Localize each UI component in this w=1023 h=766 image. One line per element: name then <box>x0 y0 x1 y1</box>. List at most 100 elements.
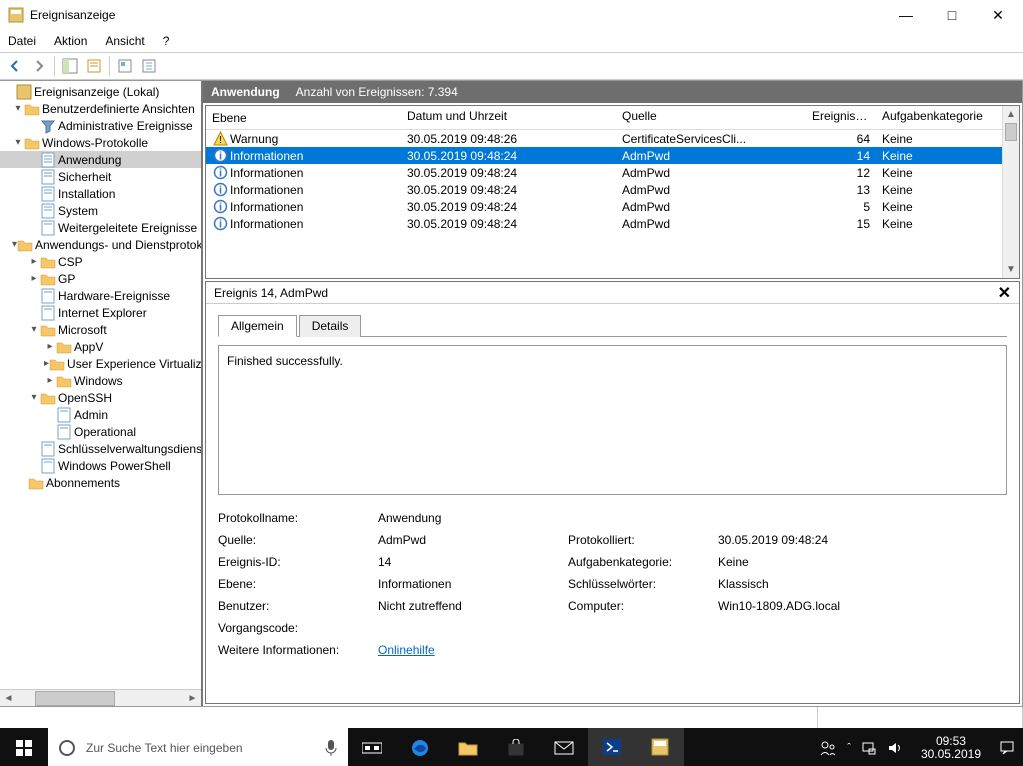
tree-application[interactable]: Anwendung <box>0 151 201 168</box>
refresh-button[interactable] <box>138 55 160 77</box>
tree-microsoft[interactable]: ▾Microsoft <box>0 321 201 338</box>
tree-csp[interactable]: ▸CSP <box>0 253 201 270</box>
tree-gp[interactable]: ▸GP <box>0 270 201 287</box>
tree-label: Administrative Ereignisse <box>58 119 193 133</box>
event-level: Informationen <box>230 183 303 197</box>
value-logged: 30.05.2019 09:48:24 <box>718 533 1007 547</box>
log-icon <box>40 186 56 202</box>
log-icon <box>40 152 56 168</box>
minimize-button[interactable]: — <box>883 0 929 30</box>
tab-details[interactable]: Details <box>299 315 362 337</box>
tree-ie[interactable]: Internet Explorer <box>0 304 201 321</box>
col-header-id[interactable]: Ereignis-ID <box>806 106 876 129</box>
folder-icon <box>56 339 72 355</box>
mail-icon[interactable] <box>540 728 588 766</box>
tree-windows-protocols[interactable]: ▾Windows-Protokolle <box>0 134 201 151</box>
mic-icon[interactable] <box>324 739 338 757</box>
taskbar-clock[interactable]: 09:53 30.05.2019 <box>913 735 989 761</box>
tree-hardware[interactable]: Hardware-Ereignisse <box>0 287 201 304</box>
tree[interactable]: Ereignisanzeige (Lokal) ▾Benutzerdefinie… <box>0 81 201 689</box>
main-header: Anwendung Anzahl von Ereignissen: 7.394 <box>203 81 1022 103</box>
menu-help[interactable]: ? <box>163 34 170 48</box>
menu-view[interactable]: Ansicht <box>105 34 144 48</box>
col-header-date[interactable]: Datum und Uhrzeit <box>401 106 616 129</box>
explorer-icon[interactable] <box>444 728 492 766</box>
statusbar <box>0 706 1023 728</box>
tree-label: Microsoft <box>58 323 107 337</box>
value-computer: Win10-1809.ADG.local <box>718 599 1007 613</box>
tree-openssh[interactable]: ▾OpenSSH <box>0 389 201 406</box>
event-list-body[interactable]: !Warnung30.05.2019 09:48:26CertificateSe… <box>206 130 1002 278</box>
edge-icon[interactable] <box>396 728 444 766</box>
menu-action[interactable]: Aktion <box>54 34 87 48</box>
event-list-v-scrollbar[interactable]: ▲▼ <box>1002 106 1019 278</box>
label-more: Weitere Informationen: <box>218 643 378 657</box>
label-logname: Protokollname: <box>218 511 378 525</box>
action-center-icon[interactable] <box>999 740 1015 756</box>
back-button[interactable] <box>4 55 26 77</box>
tree-installation[interactable]: Installation <box>0 185 201 202</box>
tree-windows[interactable]: ▸Windows <box>0 372 201 389</box>
log-icon <box>40 441 56 457</box>
main-header-count: Anzahl von Ereignissen: 7.394 <box>296 85 458 99</box>
start-button[interactable] <box>0 728 48 766</box>
tab-general[interactable]: Allgemein <box>218 315 297 337</box>
event-row[interactable]: iInformationen30.05.2019 09:48:24AdmPwd1… <box>206 215 1002 232</box>
tree-label: Windows PowerShell <box>58 459 171 473</box>
sidebar-h-scrollbar[interactable]: ◄► <box>0 689 201 706</box>
find-button[interactable] <box>114 55 136 77</box>
value-source: AdmPwd <box>378 533 568 547</box>
store-icon[interactable] <box>492 728 540 766</box>
folder-icon <box>24 101 40 117</box>
tree-forwarded[interactable]: Weitergeleitete Ereignisse <box>0 219 201 236</box>
detail-close-button[interactable]: ✕ <box>998 283 1011 303</box>
tree-label: Anwendungs- und Dienstprotokolle <box>35 238 201 252</box>
col-header-cat[interactable]: Aufgabenkategorie <box>876 106 1002 129</box>
forward-button[interactable] <box>28 55 50 77</box>
search-box[interactable]: Zur Suche Text hier eingeben <box>48 728 348 766</box>
event-level: Informationen <box>230 149 303 163</box>
tree-operational[interactable]: Operational <box>0 423 201 440</box>
tree-admin[interactable]: Admin <box>0 406 201 423</box>
toolbar <box>0 52 1023 80</box>
tree-system[interactable]: System <box>0 202 201 219</box>
people-icon[interactable] <box>819 739 837 757</box>
col-header-level[interactable]: Ebene <box>206 106 401 129</box>
tree-label: GP <box>58 272 75 286</box>
network-icon[interactable] <box>861 740 877 756</box>
tree-label: Abonnements <box>46 476 120 490</box>
label-logged: Protokolliert: <box>568 533 718 547</box>
log-icon <box>56 407 72 423</box>
event-viewer-taskbar-icon[interactable] <box>636 728 684 766</box>
label-opcode: Vorgangscode: <box>218 621 378 635</box>
maximize-button[interactable]: □ <box>929 0 975 30</box>
close-button[interactable]: ✕ <box>975 0 1021 30</box>
tree-app-service[interactable]: ▾Anwendungs- und Dienstprotokolle <box>0 236 201 253</box>
tree-label: CSP <box>58 255 83 269</box>
label-user: Benutzer: <box>218 599 378 613</box>
task-view-button[interactable] <box>348 728 396 766</box>
volume-icon[interactable] <box>887 740 903 756</box>
tree-security[interactable]: Sicherheit <box>0 168 201 185</box>
tree-subscriptions[interactable]: Abonnements <box>0 474 201 491</box>
menu-file[interactable]: Datei <box>8 34 36 48</box>
show-tree-button[interactable] <box>59 55 81 77</box>
powershell-icon[interactable] <box>588 728 636 766</box>
tree-keymgmt[interactable]: Schlüsselverwaltungsdienst <box>0 440 201 457</box>
tree-label: OpenSSH <box>58 391 112 405</box>
event-viewer-icon <box>16 84 32 100</box>
tree-appv[interactable]: ▸AppV <box>0 338 201 355</box>
folder-icon <box>40 390 56 406</box>
link-online-help[interactable]: Onlinehilfe <box>378 643 568 657</box>
tree-custom-views[interactable]: ▾Benutzerdefinierte Ansichten <box>0 100 201 117</box>
tree-uev[interactable]: ▸User Experience Virtualization <box>0 355 201 372</box>
tree-powershell[interactable]: Windows PowerShell <box>0 457 201 474</box>
tree-label: Windows <box>74 374 123 388</box>
tree-root[interactable]: Ereignisanzeige (Lokal) <box>0 83 201 100</box>
col-header-source[interactable]: Quelle <box>616 106 806 129</box>
search-placeholder: Zur Suche Text hier eingeben <box>86 741 243 755</box>
tree-admin-events[interactable]: Administrative Ereignisse <box>0 117 201 134</box>
tray-chevron-icon[interactable]: ˆ <box>847 742 851 754</box>
properties-button[interactable] <box>83 55 105 77</box>
tree-label: Hardware-Ereignisse <box>58 289 170 303</box>
